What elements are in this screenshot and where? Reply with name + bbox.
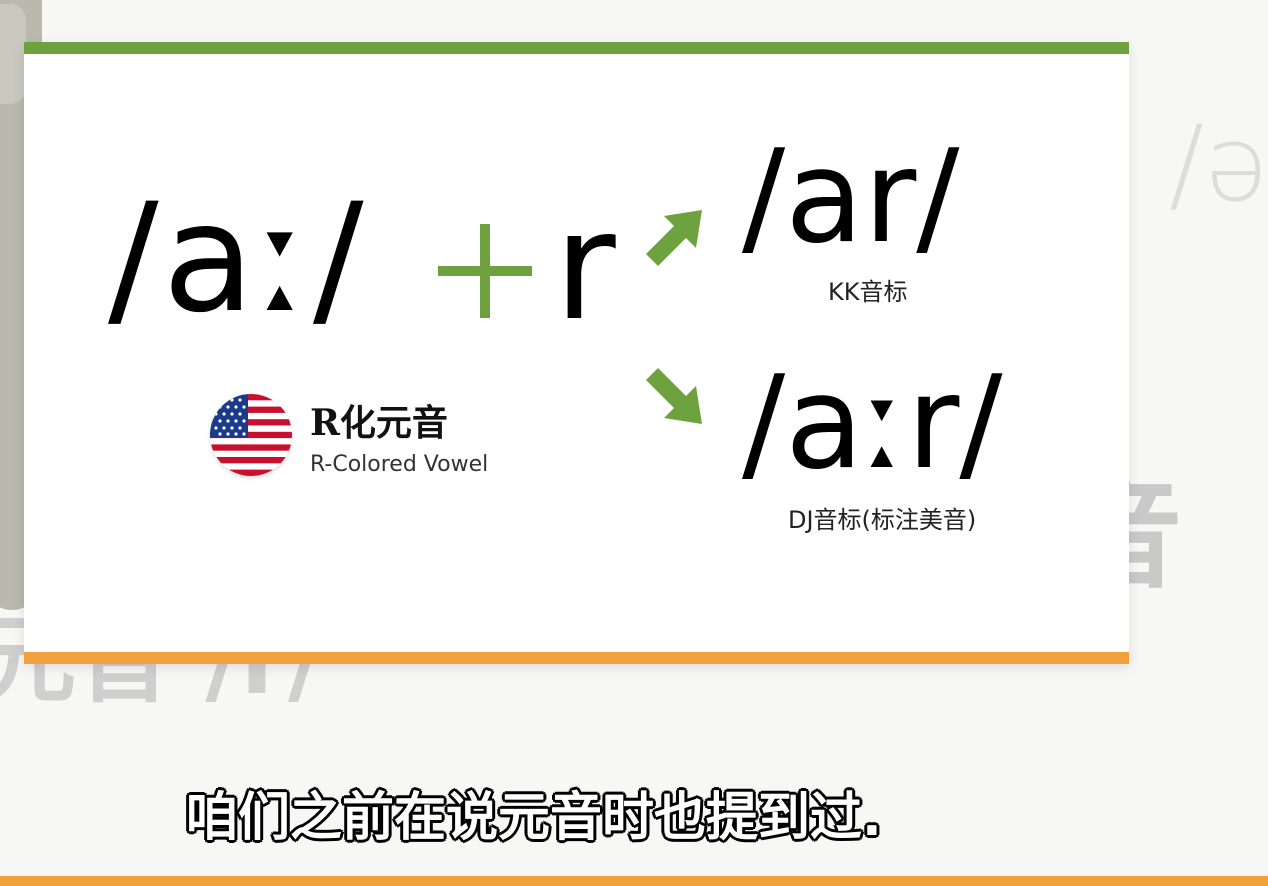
r-colored-vowel-title: R化元音 (310, 402, 448, 444)
background-ipa-text: /ə (1168, 103, 1268, 225)
us-flag-icon (210, 394, 292, 476)
kk-label: KK音标 (828, 278, 908, 306)
ipa-kk-symbol: /ar/ (742, 123, 960, 272)
ipa-r-letter: r (554, 180, 616, 354)
bottom-accent-strip (0, 876, 1268, 886)
slide-top-accent-bar (24, 42, 1129, 54)
dj-label: DJ音标(标注美音) (788, 506, 977, 534)
background-figure-head (0, 4, 26, 104)
arrow-down-right-icon (646, 368, 702, 424)
plus-icon (438, 224, 532, 318)
slide-card: /aː/ r /ar/ KK音标 /aːr/ DJ音标(标注美音) R化元音 R… (24, 42, 1129, 664)
ipa-dj-symbol: /aːr/ (742, 349, 1003, 498)
video-subtitle: 咱们之前在说元音时也提到过. (186, 788, 882, 848)
slide-bottom-accent-bar (24, 652, 1129, 664)
arrow-up-right-icon (646, 210, 702, 266)
ipa-base-symbol: /aː/ (108, 172, 368, 346)
r-colored-vowel-subtitle: R-Colored Vowel (310, 452, 489, 477)
